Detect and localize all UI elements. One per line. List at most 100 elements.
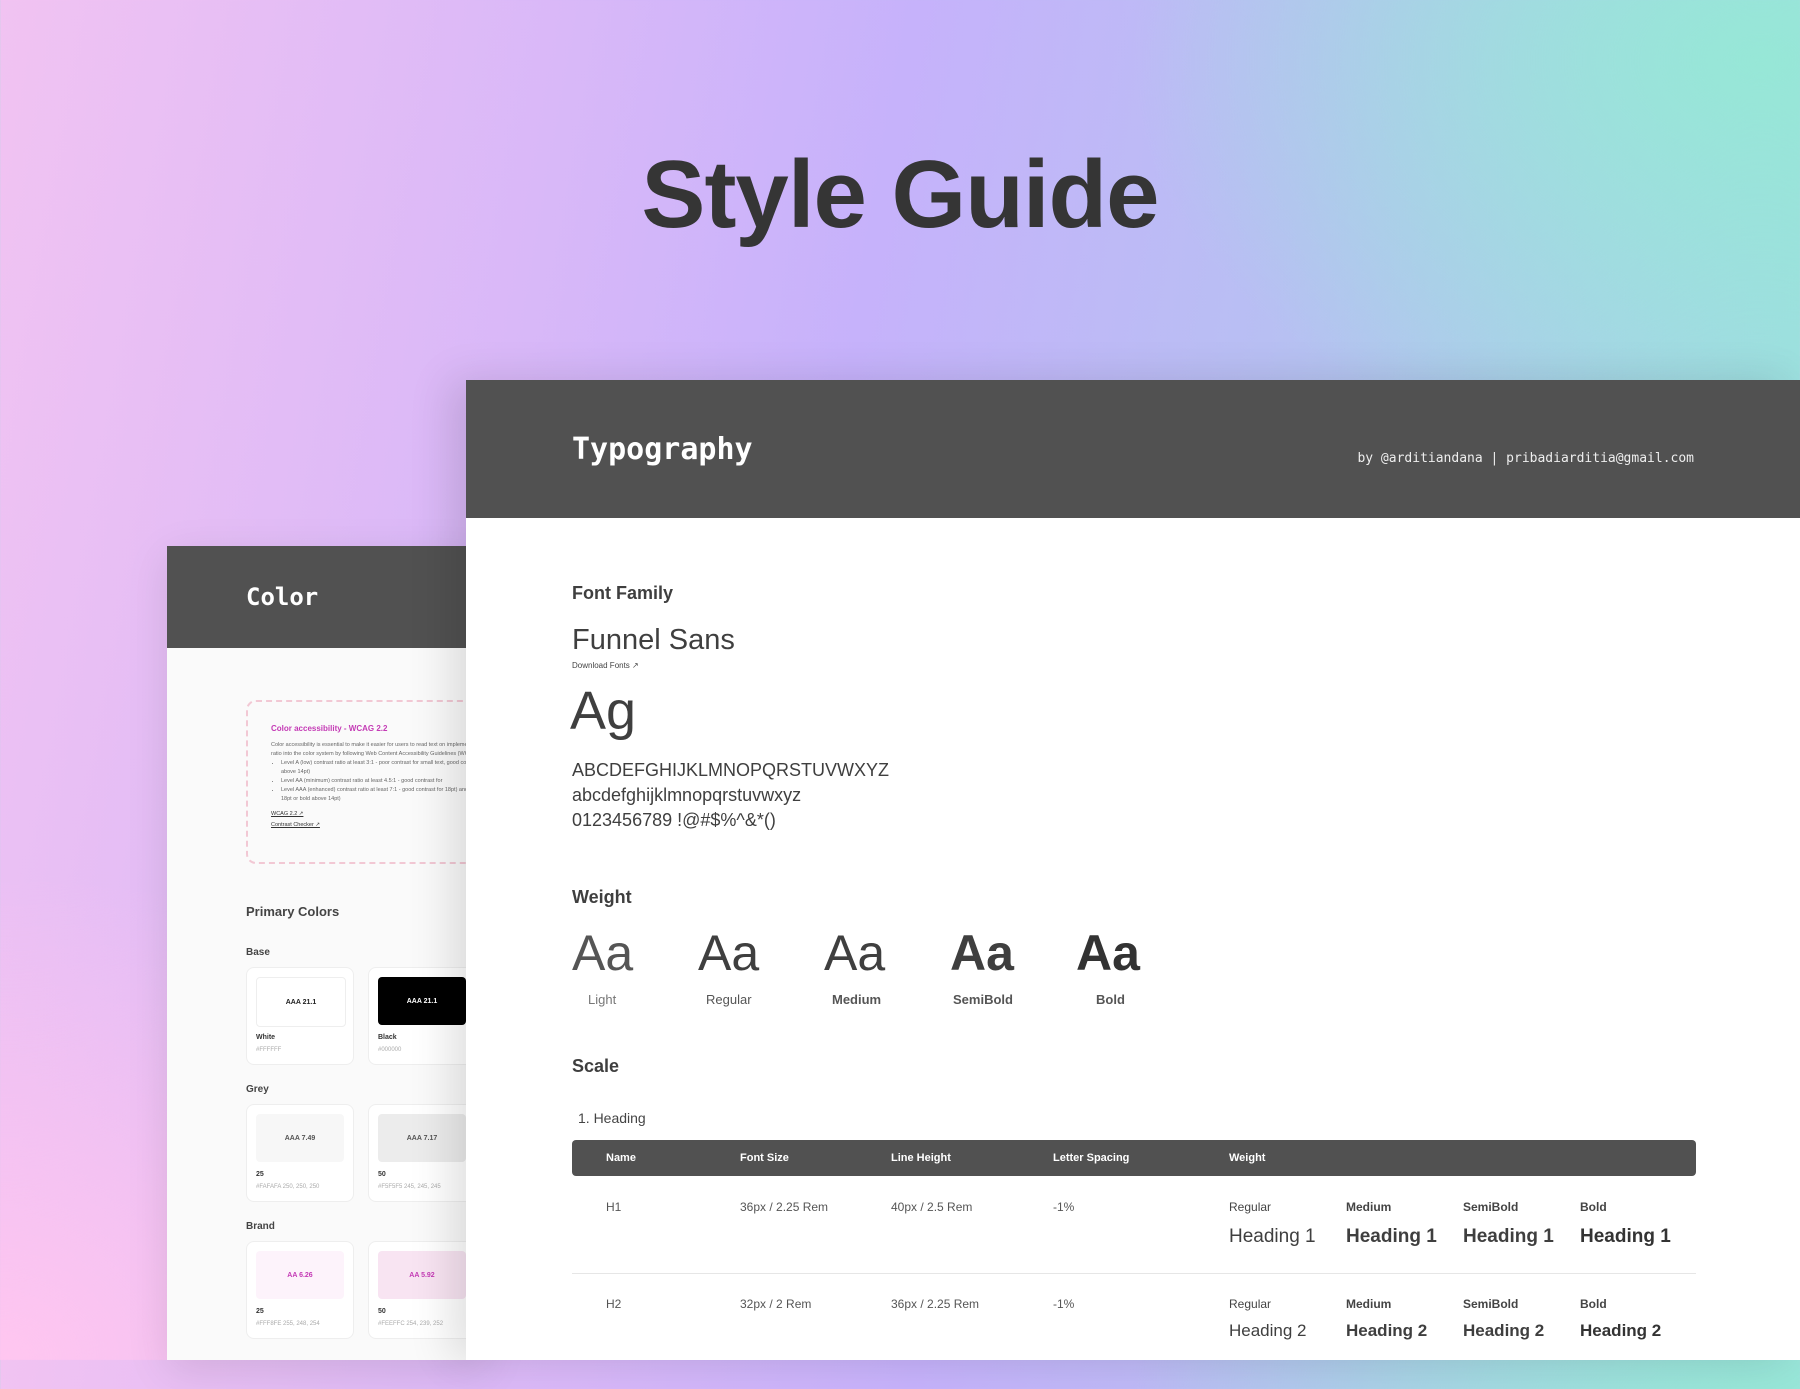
swatch-card[interactable]: AAA 7.49 25 #FAFAFA 250, 250, 250 [246, 1104, 354, 1202]
swatch-hex: #FFFFFF [256, 1047, 282, 1053]
font-family-heading: Font Family [572, 583, 674, 603]
weight-label: Bold [1580, 1200, 1607, 1214]
lowercase-glyphs: abcdefghijklmnopqrstuvwxyz [572, 785, 802, 805]
wcag-item: Level AAA (enhanced) contrast ratio at l… [281, 786, 487, 804]
uppercase-glyphs: ABCDEFGHIJKLMNOPQRSTUVWXYZ [572, 760, 890, 780]
weight-heading: Weight [572, 887, 632, 907]
scale-table-header: Name Font Size Line Height Letter Spacin… [572, 1140, 1696, 1176]
weight-regular: Aa Regular [698, 928, 824, 1007]
swatch-card[interactable]: AAA 21.1 White #FFFFFF [246, 967, 354, 1065]
col-name: Name [606, 1152, 636, 1164]
swatch-hex: #F5F5F5 245, 245, 245 [378, 1184, 441, 1190]
weight-name: Regular [706, 992, 752, 1007]
row-line-height: 36px / 2.25 Rem [891, 1297, 980, 1311]
download-fonts-link[interactable]: Download Fonts ↗ [572, 661, 639, 670]
row-name: H2 [606, 1297, 622, 1311]
weight-sample: Aa [824, 925, 886, 981]
weight-label: Bold [1580, 1297, 1607, 1311]
font-specimen: Ag [570, 681, 637, 741]
weight-label: Medium [1346, 1297, 1392, 1311]
swatch-black: AAA 21.1 [378, 977, 466, 1025]
wcag-text: Color accessibility is essential to make… [271, 741, 487, 830]
weight-name: Bold [1096, 992, 1125, 1007]
group-label: Brand [246, 1221, 275, 1232]
weight-sample: Aa [698, 925, 760, 981]
weight-semibold: Aa SemiBold [950, 928, 1076, 1007]
weight-sample: Aa [950, 925, 1014, 981]
font-name: Funnel Sans [572, 624, 735, 656]
weight-label: SemiBold [1463, 1297, 1519, 1311]
swatch-card[interactable]: AA 5.92 50 #FEEFFC 254, 239, 252 [368, 1241, 476, 1339]
hero-title: Style Guide [641, 141, 1159, 248]
weight-sample: Aa [572, 925, 634, 981]
contrast-checker-link[interactable]: Contrast Checker ↗ [271, 821, 487, 830]
weight-sample: Aa [1076, 925, 1140, 981]
primary-colors-heading: Primary Colors [246, 904, 340, 919]
wcag-item: Level A (low) contrast ratio at least 3:… [281, 759, 487, 777]
wcag-title: Color accessibility - WCAG 2.2 [271, 724, 388, 733]
typography-card: Typography by @arditiandana | pribadiard… [466, 380, 1800, 1360]
weight-label: Medium [1346, 1200, 1392, 1214]
group-label: Base [246, 947, 270, 958]
color-card: Color Color accessibility - WCAG 2.2 Col… [167, 546, 487, 1360]
weight-label: Regular [1229, 1297, 1272, 1311]
table-row: H1 36px / 2.25 Rem 40px / 2.5 Rem -1% Re… [572, 1196, 1696, 1292]
swatch-brand-25: AA 6.26 [256, 1251, 344, 1299]
wcag-link[interactable]: WCAG 2.2 ↗ [271, 810, 487, 819]
swatch-name: 50 [378, 1171, 386, 1178]
swatch-name: 25 [256, 1308, 264, 1315]
col-line-height: Line Height [891, 1152, 951, 1164]
color-card-title: Color [167, 546, 487, 648]
table-row: H2 32px / 2 Rem 36px / 2.25 Rem -1% Regu… [572, 1293, 1696, 1389]
row-divider [572, 1273, 1696, 1274]
wcag-intro: Color accessibility is essential to make… [271, 742, 487, 757]
weight-medium: Aa Medium [824, 928, 950, 1007]
heading-sample-semibold: Heading 1 [1463, 1226, 1554, 1247]
swatch-grey-25: AAA 7.49 [256, 1114, 344, 1162]
swatch-card[interactable]: AA 6.26 25 #FFF8FE 255, 248, 254 [246, 1241, 354, 1339]
weight-samples: Aa Light Aa Regular Aa Medium Aa SemiBol… [572, 928, 1202, 1007]
col-letter-spacing: Letter Spacing [1053, 1152, 1130, 1164]
heading-sample-semibold: Heading 2 [1463, 1321, 1545, 1340]
col-font-size: Font Size [740, 1152, 789, 1164]
heading-sample-bold: Heading 2 [1580, 1321, 1662, 1340]
row-line-height: 40px / 2.5 Rem [891, 1200, 973, 1214]
heading-sample-medium: Heading 2 [1346, 1321, 1428, 1340]
heading-sample-bold: Heading 1 [1580, 1226, 1671, 1247]
weight-bold: Aa Bold [1076, 928, 1202, 1007]
swatch-name: 25 [256, 1171, 264, 1178]
wcag-item: Level AA (minimum) contrast ratio at lea… [281, 777, 487, 786]
row-letter-spacing: -1% [1053, 1297, 1075, 1311]
swatch-name: 50 [378, 1308, 386, 1315]
digits-symbols: 0123456789 !@#$%^&*() [572, 810, 776, 830]
scale-heading: Scale [572, 1056, 620, 1076]
weight-light: Aa Light [572, 928, 698, 1007]
heading-sample-regular: Heading 2 [1229, 1321, 1307, 1340]
swatch-hex: #000000 [378, 1047, 402, 1053]
swatch-card[interactable]: AAA 21.1 Black #000000 [368, 967, 476, 1065]
row-name: H1 [606, 1200, 622, 1214]
heading-sample-regular: Heading 1 [1229, 1226, 1316, 1247]
typography-header: Typography by @arditiandana | pribadiard… [466, 380, 1800, 518]
weight-label: SemiBold [1463, 1200, 1519, 1214]
swatch-grey-50: AAA 7.17 [378, 1114, 466, 1162]
heading-section-label: 1. Heading [578, 1110, 646, 1126]
heading-sample-medium: Heading 1 [1346, 1226, 1437, 1247]
swatch-card[interactable]: AAA 7.17 50 #F5F5F5 245, 245, 245 [368, 1104, 476, 1202]
swatch-hex: #FFF8FE 255, 248, 254 [256, 1321, 320, 1327]
swatch-hex: #FEEFFC 254, 239, 252 [378, 1321, 444, 1327]
weight-label: Regular [1229, 1200, 1272, 1214]
swatch-name: White [256, 1034, 276, 1041]
row-font-size: 36px / 2.25 Rem [740, 1200, 829, 1214]
weight-name: Light [588, 992, 617, 1007]
swatch-name: Black [378, 1034, 397, 1041]
swatch-hex: #FAFAFA 250, 250, 250 [256, 1184, 320, 1190]
row-font-size: 32px / 2 Rem [740, 1297, 812, 1311]
author-byline: by @arditiandana | pribadiarditia@gmail.… [1357, 451, 1694, 466]
swatch-brand-50: AA 5.92 [378, 1251, 466, 1299]
typography-title: Typography [572, 432, 753, 467]
weight-name: SemiBold [953, 992, 1013, 1007]
row-letter-spacing: -1% [1053, 1200, 1075, 1214]
group-label: Grey [246, 1084, 269, 1095]
wcag-callout: Color accessibility - WCAG 2.2 Color acc… [246, 700, 487, 864]
